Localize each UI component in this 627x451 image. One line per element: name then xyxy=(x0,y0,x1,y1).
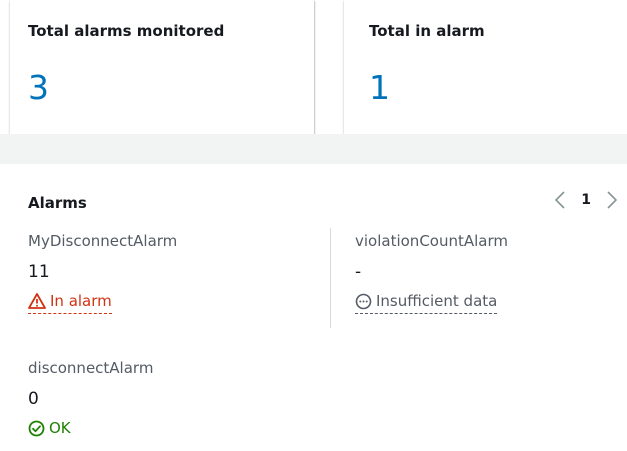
alarm-status-label: In alarm xyxy=(50,292,112,310)
total-alarms-monitored-card: Total alarms monitored 3 xyxy=(10,0,314,134)
alarm-status[interactable]: In alarm xyxy=(28,292,112,314)
chevron-right-icon xyxy=(607,191,617,209)
current-page-number[interactable]: 1 xyxy=(581,192,591,208)
alarm-value: 0 xyxy=(28,389,39,409)
chevron-left-icon xyxy=(555,191,565,209)
warning-icon xyxy=(28,293,46,309)
column-divider xyxy=(330,228,331,328)
total-in-alarm-card: Total in alarm 1 xyxy=(344,0,627,134)
alarm-status-label: Insufficient data xyxy=(376,292,498,310)
previous-page-button[interactable] xyxy=(553,190,567,210)
alarm-status-label: OK xyxy=(49,419,71,437)
card-title: Total alarms monitored xyxy=(28,22,225,40)
alarms-panel: Alarms 1 MyDisconnectAlarm 11 In alarm v… xyxy=(10,164,627,451)
alarm-status: OK xyxy=(28,419,71,440)
alarm-item: violationCountAlarm - Insufficient data xyxy=(355,232,508,314)
alarm-value: - xyxy=(355,262,362,282)
card-title: Total in alarm xyxy=(369,22,485,40)
alarm-name: MyDisconnectAlarm xyxy=(28,232,178,250)
check-circle-icon xyxy=(28,420,45,436)
alarm-name: violationCountAlarm xyxy=(355,232,508,250)
alarm-item: disconnectAlarm 0 OK xyxy=(28,359,153,441)
alarm-value: 11 xyxy=(28,262,50,282)
alarm-item: MyDisconnectAlarm 11 In alarm xyxy=(28,232,177,314)
panel-title: Alarms xyxy=(28,194,87,212)
card-value[interactable]: 1 xyxy=(369,68,390,107)
section-gap xyxy=(0,134,627,164)
alarm-status[interactable]: Insufficient data xyxy=(355,292,498,314)
card-value[interactable]: 3 xyxy=(28,68,49,107)
pagination: 1 xyxy=(553,190,619,210)
next-page-button[interactable] xyxy=(605,190,619,210)
alarm-name: disconnectAlarm xyxy=(28,359,154,377)
ellipsis-circle-icon xyxy=(355,293,372,309)
